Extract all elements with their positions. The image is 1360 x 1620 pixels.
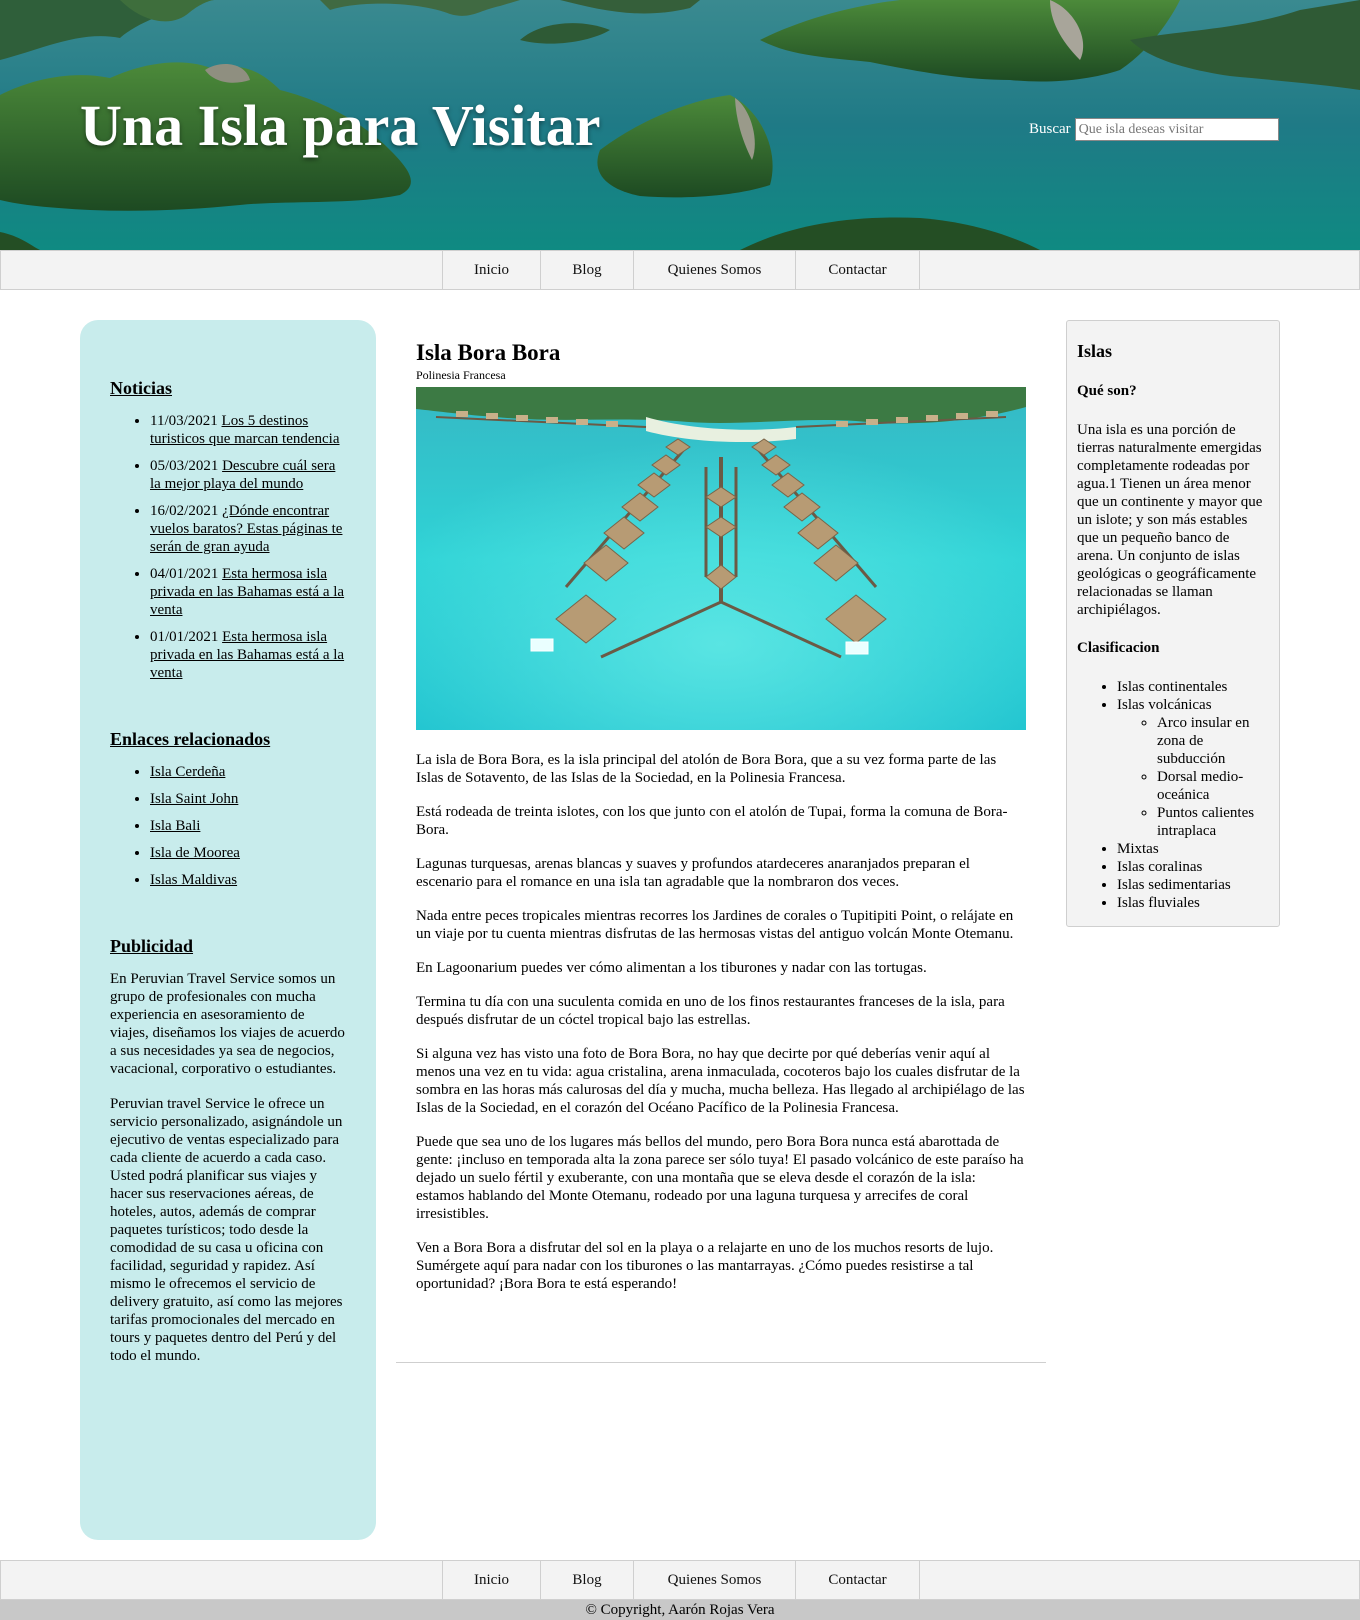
ads-paragraph: En Peruvian Travel Service somos un grup… [110, 971, 345, 1077]
article-paragraph: Puede que sea uno de los lugares más bel… [416, 1134, 1024, 1222]
article-title: Isla Bora Bora [416, 340, 561, 365]
classification-item: Mixtas [1117, 840, 1269, 858]
news-item: 05/03/2021 Descubre cuál sera la mejor p… [150, 457, 346, 493]
classification-item: Islas volcánicas Arco insular en zona de… [1117, 696, 1269, 840]
related-link-item: Islas Maldivas [150, 871, 346, 889]
article-paragraph: Nada entre peces tropicales mientras rec… [416, 908, 1014, 942]
classification-list: Islas continentales Islas volcánicas Arc… [1077, 678, 1269, 912]
article-subtitle: Polinesia Francesa [416, 368, 506, 382]
ads-paragraph: Peruvian travel Service le ofrece un ser… [110, 1096, 343, 1364]
link-isla-moorea[interactable]: Isla de Moorea [150, 845, 240, 861]
footer-nav-contactar[interactable]: Contactar [795, 1561, 920, 1599]
news-date: 01/01/2021 [150, 629, 219, 645]
related-link-item: Isla Saint John [150, 790, 346, 808]
what-text: Una isla es una porción de tierras natur… [1077, 422, 1263, 618]
classification-subitem: Puntos calientes intraplaca [1157, 804, 1269, 840]
nav-quienes-somos[interactable]: Quienes Somos [633, 251, 795, 289]
nav-inicio[interactable]: Inicio [442, 251, 540, 289]
copyright: © Copyright, Aarón Rojas Vera [0, 1600, 1360, 1620]
news-item: 04/01/2021 Esta hermosa isla privada en … [150, 565, 346, 619]
article-paragraph: Ven a Bora Bora a disfrutar del sol en l… [416, 1240, 994, 1292]
news-date: 11/03/2021 [150, 413, 218, 429]
footer-nav: Inicio Blog Quienes Somos Contactar [0, 1560, 1360, 1600]
top-nav: Inicio Blog Quienes Somos Contactar [0, 250, 1360, 290]
search-input[interactable] [1074, 118, 1279, 141]
article-divider [396, 1362, 1046, 1363]
nav-contactar[interactable]: Contactar [795, 251, 920, 289]
header-banner: Una Isla para Visitar Buscar [0, 0, 1360, 250]
news-date: 16/02/2021 [150, 503, 219, 519]
classification-item: Islas coralinas [1117, 858, 1269, 876]
news-date: 04/01/2021 [150, 566, 219, 582]
news-heading: Noticias [110, 378, 172, 398]
article-paragraph: Está rodeada de treinta islotes, con los… [416, 804, 1008, 838]
related-link-item: Isla Cerdeña [150, 763, 346, 781]
site-title: Una Isla para Visitar [80, 93, 601, 158]
what-heading: Qué son? [1077, 383, 1137, 399]
article-body: La isla de Bora Bora, es la isla princip… [416, 751, 1026, 1293]
article-paragraph: Lagunas turquesas, arenas blancas y suav… [416, 856, 970, 890]
related-links-list: Isla Cerdeña Isla Saint John Isla Bali I… [110, 763, 346, 889]
right-sidebar: Islas Qué son? Una isla es una porción d… [1066, 320, 1280, 927]
search-form: Buscar [1029, 118, 1279, 141]
nav-blog[interactable]: Blog [540, 251, 633, 289]
link-isla-cerdena[interactable]: Isla Cerdeña [150, 764, 225, 780]
article-paragraph: En Lagoonarium puedes ver cómo alimentan… [416, 960, 927, 976]
news-item: 01/01/2021 Esta hermosa isla privada en … [150, 628, 346, 682]
search-label: Buscar [1029, 121, 1071, 137]
related-links-heading: Enlaces relacionados [110, 729, 271, 749]
classification-item: Islas sedimentarias [1117, 876, 1269, 894]
islands-heading: Islas [1077, 341, 1113, 361]
link-islas-maldivas[interactable]: Islas Maldivas [150, 872, 237, 888]
related-link-item: Isla de Moorea [150, 844, 346, 862]
article-paragraph: Si alguna vez has visto una foto de Bora… [416, 1046, 1025, 1116]
news-list: 11/03/2021 Los 5 destinos turisticos que… [110, 412, 346, 682]
ads-heading: Publicidad [110, 936, 194, 956]
article-paragraph: Termina tu día con una suculenta comida … [416, 994, 1005, 1028]
link-isla-saint-john[interactable]: Isla Saint John [150, 791, 238, 807]
bora-bora-photo [416, 387, 1026, 730]
footer-nav-blog[interactable]: Blog [540, 1561, 633, 1599]
related-link-item: Isla Bali [150, 817, 346, 835]
news-item: 11/03/2021 Los 5 destinos turisticos que… [150, 412, 346, 448]
main-article: Isla Bora Bora Polinesia Francesa La isl… [396, 320, 1046, 1363]
classification-heading: Clasificacion [1077, 640, 1160, 656]
classification-subitem: Arco insular en zona de subducción [1157, 714, 1269, 768]
footer-nav-quienes-somos[interactable]: Quienes Somos [633, 1561, 795, 1599]
article-paragraph: La isla de Bora Bora, es la isla princip… [416, 752, 997, 786]
news-date: 05/03/2021 [150, 458, 219, 474]
volcanic-sublist: Arco insular en zona de subducción Dorsa… [1117, 714, 1269, 840]
footer-nav-inicio[interactable]: Inicio [442, 1561, 540, 1599]
news-item: 16/02/2021 ¿Dónde encontrar vuelos barat… [150, 502, 346, 556]
link-isla-bali[interactable]: Isla Bali [150, 818, 200, 834]
classification-item: Islas continentales [1117, 678, 1269, 696]
classification-label: Islas volcánicas [1117, 697, 1212, 713]
classification-item: Islas fluviales [1117, 894, 1269, 912]
left-sidebar: Noticias 11/03/2021 Los 5 destinos turis… [80, 320, 376, 1540]
classification-subitem: Dorsal medio-oceánica [1157, 768, 1269, 804]
